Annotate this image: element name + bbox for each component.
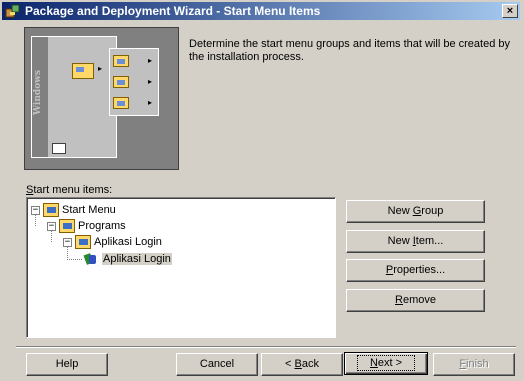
properties-button[interactable]: Properties... <box>346 259 485 282</box>
start-menu-illustration: Windows ▸ ▸ ▸ ▸ <box>24 27 179 170</box>
package-wizard-icon <box>5 3 21 19</box>
focus-rect: Next > <box>356 355 416 371</box>
start-menu-tree[interactable]: − Start Menu − Programs − Aplikasi Login… <box>26 197 336 338</box>
group-folder-icon <box>75 235 91 249</box>
tree-node-label: Aplikasi Login <box>94 236 162 248</box>
next-button[interactable]: Next > <box>344 352 428 375</box>
wizard-window: Package and Deployment Wizard - Start Me… <box>0 0 524 381</box>
help-button[interactable]: Help <box>26 353 108 376</box>
group-folder-icon <box>113 76 129 88</box>
collapse-icon[interactable]: − <box>31 205 40 215</box>
submenu-arrow-icon: ▸ <box>148 56 153 65</box>
tree-node-label: Programs <box>78 220 126 232</box>
tree-node-aplikasi-login-group[interactable]: − Aplikasi Login <box>63 234 162 250</box>
footer-separator <box>16 346 516 348</box>
close-button[interactable]: × <box>502 4 518 18</box>
start-button-icon <box>52 143 66 154</box>
collapse-icon[interactable]: − <box>63 237 72 247</box>
tree-node-aplikasi-login-item[interactable]: Aplikasi Login <box>83 251 172 267</box>
tree-node-label: Start Menu <box>62 204 116 216</box>
new-group-button[interactable]: New Group <box>346 200 485 223</box>
step-description: Determine the start menu groups and item… <box>189 38 510 63</box>
back-button[interactable]: < Back <box>261 353 343 376</box>
tree-node-label: Aplikasi Login <box>102 253 172 265</box>
submenu-arrow-icon: ▸ <box>98 64 103 73</box>
group-folder-icon <box>113 55 129 67</box>
programs-folder-icon <box>72 63 94 79</box>
tree-node-start-menu[interactable]: − Start Menu <box>31 202 116 218</box>
programs-folder-icon <box>59 219 75 233</box>
tree-node-programs[interactable]: − Programs <box>47 218 126 234</box>
close-icon: × <box>506 5 514 17</box>
start-menu-items-label: Start menu items: <box>26 184 113 196</box>
illustration-start-menu-panel: Windows ▸ <box>31 36 117 158</box>
cancel-button[interactable]: Cancel <box>176 353 258 376</box>
submenu-arrow-icon: ▸ <box>148 98 153 107</box>
new-item-button[interactable]: New Item... <box>346 230 485 253</box>
title-bar[interactable]: Package and Deployment Wizard - Start Me… <box>2 2 520 20</box>
group-folder-icon <box>113 97 129 109</box>
start-menu-folder-icon <box>43 203 59 217</box>
illustration-windows-label: Windows <box>33 69 43 115</box>
collapse-icon[interactable]: − <box>47 221 56 231</box>
illustration-submenu: ▸ ▸ ▸ <box>109 48 159 116</box>
finish-button: Finish <box>433 353 515 376</box>
submenu-arrow-icon: ▸ <box>148 77 153 86</box>
illustration-windows-banner: Windows <box>32 37 48 157</box>
window-title: Package and Deployment Wizard - Start Me… <box>25 4 321 18</box>
application-shortcut-icon <box>83 252 99 266</box>
remove-button[interactable]: Remove <box>346 289 485 312</box>
